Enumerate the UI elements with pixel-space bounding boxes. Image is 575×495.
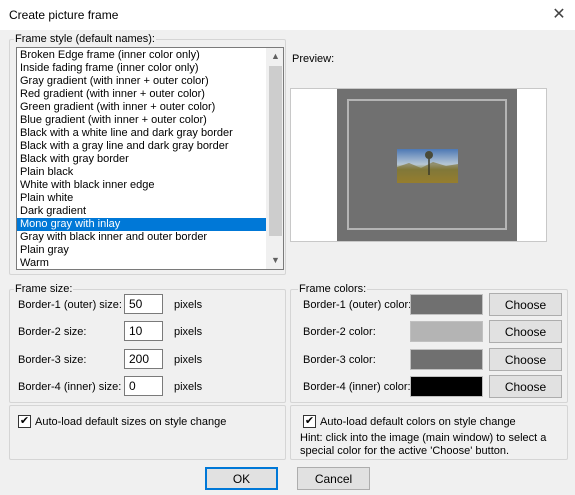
list-item[interactable]: Black with a gray line and dark gray bor… [17,140,266,153]
frame-size-label: Frame size: [14,283,74,295]
scroll-up-icon[interactable]: ▲ [267,48,284,65]
border1-size-input[interactable]: 50 [124,294,163,314]
border2-size-unit: pixels [174,326,203,338]
border4-size-unit: pixels [174,381,203,393]
frame-style-scrollbar[interactable]: ▲ ▼ [266,48,283,269]
list-item[interactable]: Dark gradient [17,205,266,218]
border2-color-label: Border-2 color: [303,326,376,338]
autoload-sizes-label[interactable]: Auto-load default sizes on style change [35,415,226,429]
frame-style-list[interactable]: Broken Edge frame (inner color only) Insi… [16,47,284,270]
ok-button[interactable]: OK [205,467,278,490]
frame-colors-label: Frame colors: [298,283,368,295]
close-icon[interactable]: ✕ [548,4,570,26]
list-item[interactable]: Green gradient (with inner + outer color… [17,101,266,114]
border4-size-input[interactable]: 0 [124,376,163,396]
preview-frame-graphic [337,89,517,241]
list-item[interactable]: Warm [17,257,266,269]
list-item[interactable]: Mono gray with inlay [17,218,266,231]
autoload-sizes-checkbox[interactable]: ✔ [18,415,31,428]
border1-size-label: Border-1 (outer) size: [18,299,122,311]
list-item[interactable]: Gray gradient (with inner + outer color) [17,75,266,88]
list-item[interactable]: Gray with black inner and outer border [17,231,266,244]
autoload-colors-label[interactable]: Auto-load default colors on style change [320,415,516,429]
border2-size-input[interactable]: 10 [124,321,163,341]
frame-style-label: Frame style (default names): [14,33,156,45]
list-item[interactable]: Plain white [17,192,266,205]
border4-size-label: Border-4 (inner) size: [18,381,122,393]
border4-color-label: Border-4 (inner) color: [303,381,411,393]
scroll-down-icon[interactable]: ▼ [267,252,284,269]
scrollbar-thumb[interactable] [269,66,282,236]
list-item[interactable]: Inside fading frame (inner color only) [17,62,266,75]
border3-size-input[interactable]: 200 [124,349,163,369]
list-item[interactable]: Black with gray border [17,153,266,166]
preview-label: Preview: [292,53,335,65]
list-item[interactable]: Blue gradient (with inner + outer color) [17,114,266,127]
list-item[interactable]: Black with a white line and dark gray bo… [17,127,266,140]
list-item[interactable]: Plain gray [17,244,266,257]
preview-image [290,88,547,242]
border3-size-label: Border-3 size: [18,354,87,366]
border3-choose-button[interactable]: Choose [489,348,562,371]
border3-color-label: Border-3 color: [303,354,376,366]
hint-text: Hint: click into the image (main window)… [300,432,547,457]
border2-choose-button[interactable]: Choose [489,320,562,343]
cancel-button[interactable]: Cancel [297,467,370,490]
border1-color-swatch[interactable] [410,294,483,315]
border1-choose-button[interactable]: Choose [489,293,562,316]
list-item[interactable]: Plain black [17,166,266,179]
autoload-sizes-group [9,405,286,460]
border1-size-unit: pixels [174,299,203,311]
border4-choose-button[interactable]: Choose [489,375,562,398]
list-item[interactable]: Red gradient (with inner + outer color) [17,88,266,101]
border3-size-unit: pixels [174,354,203,366]
list-item[interactable]: White with black inner edge [17,179,266,192]
border3-color-swatch[interactable] [410,349,483,370]
autoload-colors-checkbox[interactable]: ✔ [303,415,316,428]
border4-color-swatch[interactable] [410,376,483,397]
list-item[interactable]: Broken Edge frame (inner color only) [17,49,266,62]
window-title: Create picture frame [9,8,119,22]
border1-color-label: Border-1 (outer) color: [303,299,412,311]
border2-size-label: Border-2 size: [18,326,87,338]
border2-color-swatch[interactable] [410,321,483,342]
